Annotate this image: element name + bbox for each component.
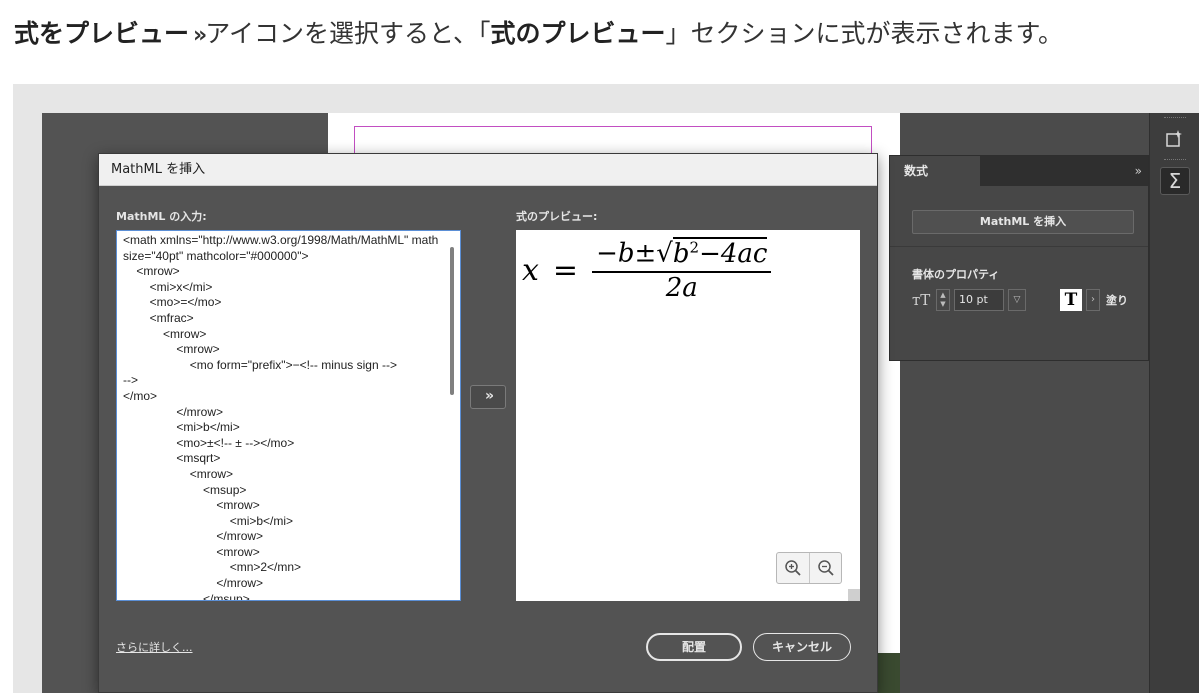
formula-lhs: x bbox=[522, 252, 539, 288]
zoom-controls bbox=[776, 552, 842, 584]
formula-preview: x = −b±√b2−4ac 2a bbox=[516, 230, 860, 601]
math-panel-tabs: 数式 » bbox=[890, 156, 1148, 186]
fill-label: 塗り bbox=[1106, 294, 1128, 307]
code-line[interactable]: </mrow> bbox=[123, 529, 442, 545]
code-line[interactable]: <msqrt> bbox=[123, 451, 442, 467]
preview-formula-button[interactable]: » bbox=[470, 385, 506, 409]
formula-denominator: 2a bbox=[665, 272, 698, 303]
chevron-up-icon[interactable]: ▲ bbox=[940, 291, 945, 300]
font-size-stepper[interactable]: ▲ ▼ bbox=[936, 289, 950, 311]
font-properties-title: 書体のプロパティ bbox=[912, 268, 1000, 281]
code-line[interactable]: <mrow> bbox=[123, 545, 442, 561]
quadratic-formula: x = −b±√b2−4ac 2a bbox=[522, 236, 772, 303]
zoom-in-icon[interactable] bbox=[777, 553, 809, 583]
code-line[interactable]: <mi>b</mi> bbox=[123, 420, 442, 436]
code-line[interactable]: <mrow> bbox=[123, 342, 442, 358]
sqrt-rest: −4ac bbox=[699, 238, 768, 269]
code-line[interactable]: <mi>x</mi> bbox=[123, 280, 442, 296]
code-line[interactable]: <msup> bbox=[123, 483, 442, 499]
font-size-dropdown-icon[interactable]: ▽ bbox=[1008, 289, 1026, 311]
sqrt-symbol: √ bbox=[656, 238, 673, 269]
font-size-input[interactable]: 10 pt bbox=[954, 289, 1004, 311]
sqrt-exponent: 2 bbox=[689, 238, 700, 256]
code-line[interactable]: <mrow> bbox=[123, 467, 442, 483]
screenshot-frame: Σ 数式 » MathML を挿入 書体のプロパティ тT ▲ ▼ 10 pt … bbox=[13, 84, 1199, 693]
code-line[interactable]: </mrow> bbox=[123, 405, 442, 421]
dialog-title: MathML を挿入 bbox=[99, 154, 877, 186]
sigma-math-icon[interactable]: Σ bbox=[1160, 167, 1190, 195]
dock-grip[interactable] bbox=[1164, 159, 1186, 162]
insert-mathml-dialog: MathML を挿入 MathML の入力: 式のプレビュー: <math xm… bbox=[98, 153, 878, 693]
preview-label: 式のプレビュー: bbox=[516, 210, 598, 223]
math-panel: 数式 » MathML を挿入 書体のプロパティ тT ▲ ▼ 10 pt ▽ … bbox=[889, 155, 1149, 361]
code-line[interactable]: <mfrac> bbox=[123, 311, 442, 327]
code-line[interactable]: <mrow> bbox=[123, 327, 442, 343]
resize-grip[interactable] bbox=[848, 589, 860, 601]
font-size-icon: тT bbox=[912, 291, 931, 309]
caption: 式をプレビュー» アイコンを選択すると、「式のプレビュー」セクションに式が表示され… bbox=[14, 14, 1063, 54]
code-line[interactable]: <math xmlns="http://www.w3.org/1998/Math… bbox=[123, 233, 442, 264]
place-button[interactable]: 配置 bbox=[646, 633, 742, 661]
numerator-minus-b-pm: −b± bbox=[596, 238, 657, 269]
formula-equals: = bbox=[552, 252, 579, 288]
code-line[interactable]: </mrow> bbox=[123, 576, 442, 592]
chevron-down-icon[interactable]: ▼ bbox=[940, 300, 945, 309]
insert-mathml-panel-button[interactable]: MathML を挿入 bbox=[912, 210, 1134, 234]
code-line[interactable]: <mi>b</mi> bbox=[123, 514, 442, 530]
app-window: Σ 数式 » MathML を挿入 書体のプロパティ тT ▲ ▼ 10 pt … bbox=[42, 113, 1199, 693]
collapse-panel-icon[interactable]: » bbox=[1135, 156, 1142, 186]
chevron-right-double-icon: » bbox=[193, 23, 207, 48]
text-color-icon[interactable]: T bbox=[1060, 289, 1082, 311]
caption-bold-section: 式のプレビュー bbox=[490, 19, 666, 48]
code-line[interactable]: <mo>=</mo> bbox=[123, 295, 442, 311]
sqrt-base: b bbox=[672, 238, 690, 269]
mathml-code[interactable]: <math xmlns="http://www.w3.org/1998/Math… bbox=[117, 231, 460, 600]
code-line[interactable]: <mo>±<!-- ± --></mo> bbox=[123, 436, 442, 452]
chevron-right-icon[interactable]: › bbox=[1086, 289, 1100, 311]
sqrt-content: b2−4ac bbox=[672, 236, 768, 269]
code-line[interactable]: <mrow> bbox=[123, 264, 442, 280]
dock-grip[interactable] bbox=[1164, 117, 1186, 120]
panel-dock: Σ bbox=[1149, 113, 1199, 693]
formula-numerator: −b±√b2−4ac bbox=[592, 236, 772, 273]
mathml-input-textarea[interactable]: <math xmlns="http://www.w3.org/1998/Math… bbox=[116, 230, 461, 601]
code-line[interactable]: </msup> bbox=[123, 592, 442, 600]
caption-bold-start: 式をプレビュー bbox=[14, 19, 190, 48]
tab-math[interactable]: 数式 bbox=[890, 156, 980, 186]
formula-fraction: −b±√b2−4ac 2a bbox=[592, 236, 772, 303]
zoom-out-icon[interactable] bbox=[809, 553, 841, 583]
code-line[interactable]: <mrow> bbox=[123, 498, 442, 514]
mathml-input-label: MathML の入力: bbox=[116, 210, 207, 223]
caption-text-middle: アイコンを選択すると、「 bbox=[205, 19, 491, 48]
sparkle-edit-icon[interactable] bbox=[1160, 125, 1190, 153]
code-line[interactable]: </mo> bbox=[123, 389, 442, 405]
learn-more-link[interactable]: さらに詳しく... bbox=[116, 639, 193, 655]
cancel-button[interactable]: キャンセル bbox=[753, 633, 851, 661]
code-line[interactable]: <mn>2</mn> bbox=[123, 560, 442, 576]
code-line[interactable]: <mo form="prefix">−<!-- minus sign --> bbox=[123, 358, 442, 374]
code-line[interactable]: --> bbox=[123, 373, 442, 389]
font-properties-row: тT ▲ ▼ 10 pt ▽ T › 塗り bbox=[912, 288, 1128, 312]
caption-text-end: 」セクションに式が表示されます。 bbox=[665, 19, 1064, 48]
scrollbar-thumb[interactable] bbox=[450, 247, 454, 395]
panel-divider bbox=[890, 246, 1148, 247]
